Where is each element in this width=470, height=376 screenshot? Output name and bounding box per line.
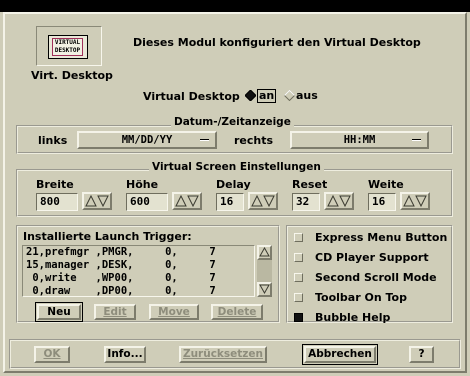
info-button[interactable]: Info... [104, 346, 146, 363]
launch-trigger-label: Installierte Launch Trigger: [23, 230, 192, 243]
breite-stepper[interactable] [82, 192, 112, 210]
trigger-row[interactable]: 0,draw ,DP00, 0, 7 [26, 285, 215, 298]
checkbox-box [294, 253, 303, 262]
stepper-arrows-icon [403, 194, 427, 208]
scroll-up-button[interactable] [257, 245, 272, 260]
radio-aus[interactable]: aus [284, 89, 320, 103]
checkbox-box-checked [294, 313, 303, 322]
scroll-down-button[interactable] [257, 282, 272, 297]
reset-input[interactable]: 32 [292, 193, 320, 211]
date-right-label: rechts [234, 134, 274, 147]
date-left-menu[interactable]: MM/DD/YY [77, 131, 217, 149]
radio-selected-diamond-icon [245, 90, 256, 101]
radio-an-label: an [257, 89, 277, 103]
delete-button[interactable]: Delete [211, 304, 263, 320]
cancel-button[interactable]: Abbrechen [302, 344, 378, 365]
stepper-arrows-icon [327, 194, 351, 208]
checkbox-label: Express Menu Button [315, 231, 448, 244]
reset-button[interactable]: Zurücksetzen [179, 346, 267, 363]
checkbox-label: Bubble Help [315, 311, 391, 324]
radio-unselected-diamond-icon [284, 90, 295, 101]
edit-button[interactable]: Edit [94, 304, 136, 320]
logo-text-line1: VIRTUAL [54, 39, 81, 46]
second-scroll-checkbox[interactable]: Second Scroll Mode [294, 271, 444, 284]
radio-an[interactable]: an [245, 89, 279, 103]
date-left-value: MM/DD/YY [121, 134, 173, 146]
trigger-row[interactable]: 21,prefmgr ,PMGR, 0, 7 [26, 246, 216, 259]
checkbox-label: Toolbar On Top [315, 291, 407, 304]
checkbox-box [294, 273, 303, 282]
arrow-down-icon [259, 284, 270, 295]
toolbar-on-top-checkbox[interactable]: Toolbar On Top [294, 291, 444, 304]
checkbox-label: Second Scroll Mode [315, 271, 437, 284]
date-right-value: HH:MM [343, 134, 376, 146]
virtual-desktop-label: Virtual Desktop [143, 90, 240, 103]
reset-stepper[interactable] [324, 192, 354, 210]
title-bar[interactable] [0, 0, 470, 12]
trigger-row[interactable]: 15,manager ,DESK, 0, 7 [26, 259, 216, 272]
module-description: Dieses Modul konfiguriert den Virtual De… [133, 36, 421, 49]
delay-stepper[interactable] [248, 192, 278, 210]
neu-button[interactable]: Neu [35, 302, 83, 322]
virtual-desktop-logo-icon: VIRTUAL DESKTOP [48, 35, 88, 59]
express-menu-checkbox[interactable]: Express Menu Button [294, 231, 448, 244]
module-name: Virt. Desktop [31, 69, 113, 82]
screen-settings-legend: Virtual Screen Einstellungen [149, 161, 324, 173]
delay-label: Delay [216, 178, 251, 191]
hoehe-stepper[interactable] [172, 192, 202, 210]
menu-indicator-icon [200, 139, 209, 141]
trigger-scrollbar[interactable] [257, 245, 272, 297]
breite-input[interactable]: 800 [36, 193, 78, 211]
help-button[interactable]: ? [409, 346, 434, 363]
breite-label: Breite [36, 178, 74, 191]
stepper-arrows-icon [175, 194, 199, 208]
move-button[interactable]: Move [149, 304, 199, 320]
radio-aus-label: aus [296, 89, 318, 102]
module-logo-frame: VIRTUAL DESKTOP [36, 26, 102, 66]
ok-button[interactable]: OK [34, 346, 70, 363]
bubble-help-checkbox[interactable]: Bubble Help [294, 311, 444, 324]
stepper-arrows-icon [85, 194, 109, 208]
weite-input[interactable]: 16 [368, 193, 396, 211]
date-right-menu[interactable]: HH:MM [290, 131, 429, 149]
checkbox-label: CD Player Support [315, 251, 429, 264]
cd-player-checkbox[interactable]: CD Player Support [294, 251, 444, 264]
checkbox-box [294, 293, 303, 302]
reset-label: Reset [292, 178, 328, 191]
date-time-legend: Datum-/Zeitanzeige [171, 116, 294, 128]
menu-indicator-icon [412, 139, 421, 141]
weite-label: Weite [368, 178, 404, 191]
logo-text-line2: DESKTOP [54, 47, 81, 54]
delay-input[interactable]: 16 [216, 193, 244, 211]
date-left-label: links [38, 134, 68, 147]
trigger-list[interactable]: 21,prefmgr ,PMGR, 0, 7 15,manager ,DESK,… [22, 245, 255, 297]
stepper-arrows-icon [251, 194, 275, 208]
hoehe-label: Höhe [126, 178, 159, 191]
checkbox-box [294, 233, 303, 242]
scroll-trough[interactable] [257, 260, 272, 282]
hoehe-input[interactable]: 600 [126, 193, 168, 211]
arrow-up-icon [259, 246, 270, 257]
weite-stepper[interactable] [400, 192, 430, 210]
trigger-row[interactable]: 0,write ,WP00, 0, 7 [26, 272, 215, 285]
